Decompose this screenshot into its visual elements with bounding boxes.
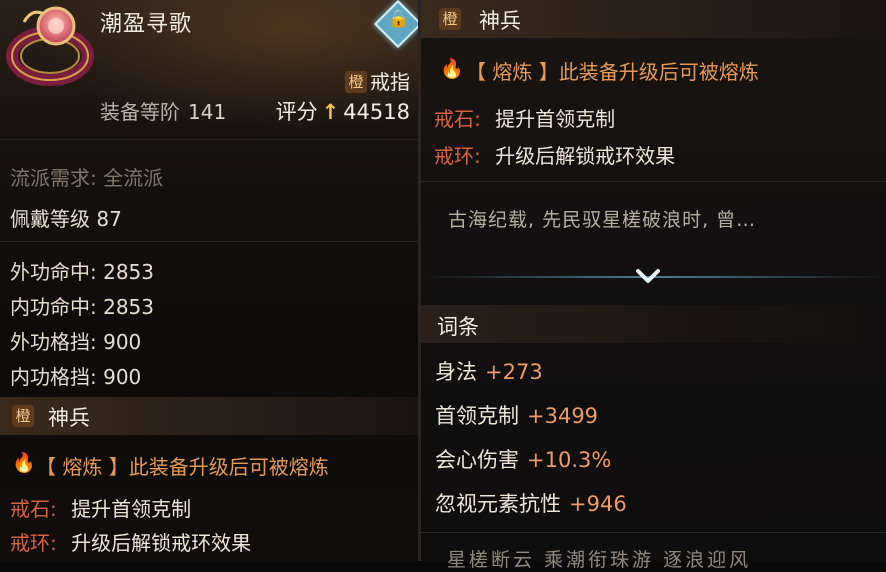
item-type-row: 橙戒指: [345, 66, 410, 95]
affix-row: 会心伤害 +10.3%: [435, 444, 611, 474]
flame-icon: 🔥: [440, 58, 464, 80]
score-row: 评分 ↑ 44518: [276, 96, 410, 126]
score-value: 44518: [343, 100, 410, 124]
affix-value: +946: [569, 492, 627, 516]
ring-band-value: 升级后解锁戒环效果: [71, 531, 252, 555]
affix-name: 忽视元素抗性: [435, 492, 561, 516]
grade-badge: 橙: [345, 71, 367, 93]
stat-line: 内功命中: 2853: [10, 295, 154, 319]
flame-icon: 🔥: [12, 452, 36, 474]
grade-badge: 橙: [439, 8, 461, 30]
affix-value: +3499: [527, 404, 599, 428]
ring-stone-value: 提升首领克制: [71, 497, 192, 521]
divider: [0, 139, 418, 140]
grade-badge: 橙: [12, 405, 34, 427]
school-requirement: 流派需求: 全流派: [10, 166, 164, 190]
ring-band-line: 戒环: 升级后解锁戒环效果: [434, 140, 675, 169]
ring-band-value: 升级后解锁戒环效果: [495, 144, 676, 168]
divider: [0, 241, 418, 242]
divine-weapon-section-bar: 橙 神兵: [0, 397, 418, 435]
ring-stone-key: 戒石:: [434, 107, 481, 131]
ring-stone-line: 戒石: 提升首领克制: [434, 103, 615, 132]
score-label: 评分: [275, 100, 318, 124]
ring-band-line: 戒环: 升级后解锁戒环效果: [10, 527, 251, 556]
stat-line: 外功格挡: 900: [10, 330, 142, 354]
tier-label: 装备等阶: [100, 100, 180, 124]
score-up-arrow-icon: ↑: [321, 100, 340, 124]
item-tooltip-left: 潮盈寻歌 🔒 橙戒指 装备等阶 141 评分 ↑ 44518 流派需求: 全流派 佩戴…: [0, 0, 418, 561]
bottom-description: 星槎断云 乘潮衔珠游 逐浪迎风: [447, 549, 752, 571]
refine-text: 【 熔炼 】此装备升级后可被熔炼: [466, 60, 759, 84]
affix-name: 身法: [435, 360, 477, 384]
affix-name: 会心伤害: [435, 448, 519, 472]
stat-line: 内功格挡: 900: [10, 365, 142, 389]
item-name: 潮盈寻歌: [100, 12, 193, 37]
affix-value: +10.3%: [527, 448, 612, 472]
ring-stone-line: 戒石: 提升首领克制: [10, 493, 191, 522]
ring-stone-key: 戒石:: [10, 497, 57, 521]
affix-value: +273: [485, 360, 543, 384]
lore-text: 古海纪载, 先民驭星槎破浪时, 曾…: [448, 209, 757, 231]
section-title: 神兵: [479, 9, 521, 33]
section-title: 神兵: [48, 406, 90, 430]
wear-level: 佩戴等级 87: [10, 207, 122, 231]
affix-section-bar: 词条: [421, 305, 886, 343]
divider: [421, 181, 886, 182]
chevron-down-icon[interactable]: [635, 266, 661, 286]
equipment-tier: 装备等阶 141: [100, 96, 226, 125]
stat-line: 外功命中: 2853: [10, 260, 154, 284]
ring-band-key: 戒环:: [10, 531, 57, 555]
affix-name: 首领克制: [435, 404, 519, 428]
affix-row: 忽视元素抗性 +946: [435, 488, 627, 518]
lock-glyph: 🔒: [388, 9, 410, 29]
tier-value: 141: [188, 100, 227, 124]
ring-stone-value: 提升首领克制: [495, 107, 616, 131]
affix-title: 词条: [437, 315, 479, 339]
ring-item-icon: [6, 6, 94, 86]
refine-text: 【 熔炼 】此装备升级后可被熔炼: [36, 455, 329, 479]
divider: [421, 532, 886, 533]
affix-row: 首领克制 +3499: [435, 400, 598, 430]
item-type: 戒指: [370, 70, 410, 94]
ring-band-key: 戒环:: [434, 144, 481, 168]
affix-row: 身法 +273: [435, 356, 543, 386]
divine-weapon-section-bar: 橙 神兵: [421, 0, 886, 38]
